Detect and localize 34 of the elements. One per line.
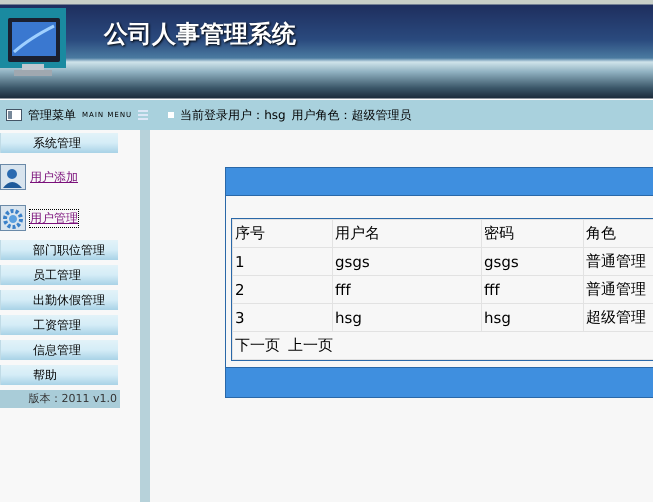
menu-group[interactable]: 信息管理 (0, 340, 118, 360)
column-header: 序号 (232, 220, 332, 248)
menu-group[interactable]: 出勤休假管理 (0, 290, 118, 310)
pager-link[interactable]: 下一页 (235, 336, 280, 354)
table-cell: gsgs (482, 248, 584, 276)
table-cell: hsg (332, 304, 482, 332)
system-title: 公司人事管理系统 (104, 18, 296, 50)
menu-group[interactable]: 部门职位管理 (0, 240, 118, 260)
menu-group[interactable]: 系统管理 (0, 133, 118, 153)
column-header: 角色 (584, 220, 653, 248)
menu-group[interactable]: 员工管理 (0, 265, 118, 285)
table-cell: 1 (232, 248, 332, 276)
table-cell: fff (332, 276, 482, 304)
table-cell: gsgs (332, 248, 482, 276)
bullet-icon (168, 112, 174, 118)
table-cell: hsg (482, 304, 584, 332)
menu-panel-icon (6, 109, 22, 121)
menu-group[interactable]: 工资管理 (0, 315, 118, 335)
table-cell: 2 (232, 276, 332, 304)
column-header: 密码 (482, 220, 584, 248)
version-label: 版本：2011 v1.0 (0, 390, 120, 408)
user-role-text: 用户角色：超级管理员 (292, 106, 412, 124)
menu-link[interactable]: 用户添加 (30, 168, 78, 186)
list-icon (138, 109, 148, 121)
pager-link[interactable]: 上一页 (288, 336, 333, 354)
table-cell: 3 (232, 304, 332, 332)
column-header: 用户名 (332, 220, 482, 248)
user-icon (0, 164, 26, 190)
current-user-text: 当前登录用户：hsg (180, 106, 286, 124)
menu-link[interactable]: 用户管理 (30, 210, 78, 226)
table-cell: fff (482, 276, 584, 304)
gear-icon (0, 205, 26, 231)
menu-group[interactable]: 帮助 (0, 365, 118, 385)
menu-title: 管理菜单 (28, 106, 76, 124)
